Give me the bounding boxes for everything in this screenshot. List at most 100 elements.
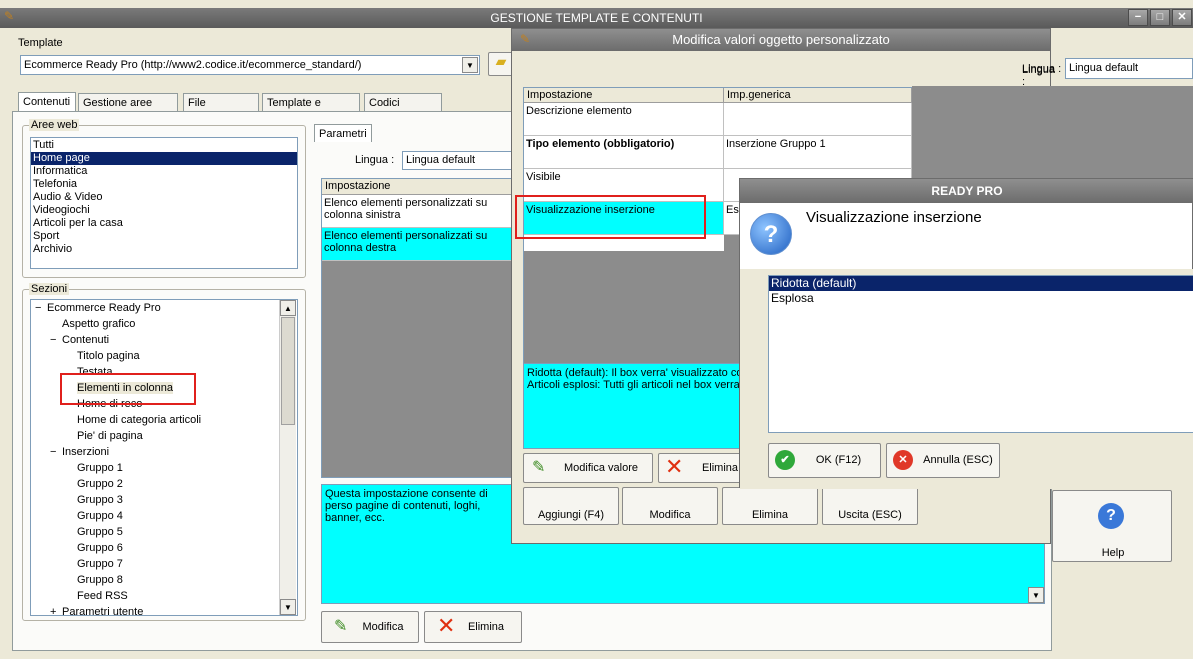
template-select[interactable]: Ecommerce Ready Pro (http://www2.codice.… (20, 55, 480, 75)
tree-node-label: Inserzioni (62, 446, 110, 458)
tree-node-label: Aspetto grafico (62, 318, 136, 330)
cancel-icon: ✕ (893, 450, 913, 470)
tree-node[interactable]: Gruppo 4 (35, 508, 297, 524)
edit-lingua-value: Lingua default (1069, 62, 1139, 74)
tree-expander-icon[interactable]: − (50, 332, 62, 348)
app-icon: ✎ (4, 9, 15, 23)
list-item[interactable]: Informatica (31, 165, 297, 178)
ready-pro-dialog: READY PRO ? Visualizzazione inserzione R… (739, 178, 1193, 489)
edit-elimina-button[interactable]: ✕ Elimina (658, 453, 752, 483)
tree-node[interactable]: − Contenuti (35, 332, 297, 348)
parametri-lingua-select[interactable]: Lingua default (402, 151, 514, 170)
tree-node[interactable]: Aspetto grafico (35, 316, 297, 332)
template-select-value: Ecommerce Ready Pro (http://www2.codice.… (24, 59, 362, 71)
modifica-button[interactable]: ✎ Modifica (321, 611, 419, 643)
aggiungi-button[interactable]: Aggiungi (F4) (523, 487, 619, 525)
tab-template-plugins[interactable]: Template e plugins (262, 93, 360, 127)
tab-codici-coupon[interactable]: Codici Coupon (364, 93, 442, 127)
tree-node[interactable]: Gruppo 6 (35, 540, 297, 556)
tree-scrollbar[interactable]: ▲ ▼ (279, 300, 296, 615)
edit-row-value[interactable]: Inserzione Gruppo 1 (724, 136, 912, 169)
tree-node-label: Feed RSS (77, 590, 128, 602)
ok-button[interactable]: ✔ OK (F12) (768, 443, 881, 478)
tree-node[interactable]: Feed RSS (35, 588, 297, 604)
edit-col-impostazione[interactable]: Impostazione (524, 88, 724, 103)
tree-node[interactable]: − Inserzioni (35, 444, 297, 460)
dialog-title-bar: READY PRO (740, 179, 1193, 203)
tab-parametri[interactable]: Parametri (314, 124, 372, 142)
edit-lingua-select[interactable]: Lingua default (1065, 58, 1193, 79)
tree-expander-icon[interactable]: + (50, 604, 62, 615)
tree-node[interactable]: Home di categoria articoli (35, 412, 297, 428)
main-tabs: Contenuti Gestione aree web File aggiunt… (18, 92, 518, 127)
uscita-button[interactable]: Uscita (ESC) (822, 487, 918, 525)
option-selected[interactable]: Ridotta (default) (769, 276, 1193, 291)
description-scroll-down-icon[interactable]: ▼ (1028, 587, 1044, 603)
tree-expander-icon[interactable]: − (35, 300, 47, 316)
dialog-heading: Visualizzazione inserzione (806, 209, 982, 226)
tab-gestione-aree-web[interactable]: Gestione aree web (78, 93, 178, 127)
edit-row-name[interactable]: Tipo elemento (obbligatorio) (524, 136, 724, 169)
tree-node[interactable]: − Ecommerce Ready Pro (35, 300, 297, 316)
modifica-main-button[interactable]: Modifica (622, 487, 718, 525)
scroll-thumb[interactable] (281, 317, 295, 425)
edit-row-value[interactable] (724, 103, 912, 136)
tree-node[interactable]: Gruppo 7 (35, 556, 297, 572)
tree-node-label: Gruppo 5 (77, 526, 123, 538)
edit-icon: ✎ (532, 459, 546, 476)
list-item-selected[interactable]: Home page (31, 152, 297, 165)
tab-contenuti[interactable]: Contenuti (18, 92, 76, 112)
option[interactable]: Esplosa (769, 291, 1193, 306)
list-item[interactable]: Sport (31, 230, 297, 243)
dialog-options-list[interactable]: Ridotta (default) Esplosa (768, 275, 1193, 433)
aree-web-list[interactable]: Tutti Home page Informatica Telefonia Au… (30, 137, 298, 269)
parametri-col-impostazione[interactable]: Impostazione (322, 179, 513, 195)
folder-icon: ▰ (495, 53, 507, 69)
tree-node[interactable]: Pie' di pagina (35, 428, 297, 444)
edit-title-bar: Modifica valori oggetto personalizzato (512, 29, 1050, 51)
annulla-button[interactable]: ✕ Annulla (ESC) (886, 443, 1000, 478)
minimize-button[interactable]: − (1128, 9, 1148, 26)
question-icon: ? (750, 213, 792, 255)
annotation-box-elementi (60, 373, 196, 405)
close-button[interactable]: ✕ (1172, 9, 1192, 26)
elimina-button[interactable]: ✕ Elimina (424, 611, 522, 643)
description-text: Questa impostazione consente di perso pa… (325, 488, 488, 524)
maximize-button[interactable]: □ (1150, 9, 1170, 26)
list-item[interactable]: Videogiochi (31, 204, 297, 217)
edit-lingua-text: Lingua : (1022, 63, 1062, 75)
table-row[interactable]: Elenco elementi personalizzati su colonn… (322, 195, 513, 228)
edit-row-name[interactable]: Descrizione elemento (524, 103, 724, 136)
tree-node[interactable]: Titolo pagina (35, 348, 297, 364)
tree-expander-icon[interactable]: − (50, 444, 62, 460)
help-button[interactable]: ? Help (1052, 490, 1172, 562)
sezioni-tree[interactable]: − Ecommerce Ready Pro Aspetto grafico − Cont… (30, 299, 298, 616)
list-item[interactable]: Articoli per la casa (31, 217, 297, 230)
tree-node[interactable]: Gruppo 8 (35, 572, 297, 588)
tree-node[interactable]: + Parametri utente (35, 604, 297, 615)
tree-node-label: Gruppo 8 (77, 574, 123, 586)
tree-node[interactable]: Gruppo 5 (35, 524, 297, 540)
scroll-down-icon[interactable]: ▼ (280, 599, 296, 615)
tree-node-label: Contenuti (62, 334, 110, 346)
tab-file-aggiuntivi[interactable]: File aggiuntivi (183, 93, 259, 127)
tree-node[interactable]: Gruppo 2 (35, 476, 297, 492)
chevron-down-icon[interactable]: ▼ (462, 57, 478, 73)
tree-node[interactable]: Gruppo 3 (35, 492, 297, 508)
sezioni-label: Sezioni (29, 283, 70, 295)
table-row-selected[interactable]: Elenco elementi personalizzati su colonn… (322, 228, 513, 261)
scroll-up-icon[interactable]: ▲ (280, 300, 296, 316)
list-item[interactable]: Telefonia (31, 178, 297, 191)
edit-col-generica[interactable]: Imp.generica (724, 88, 912, 103)
list-item[interactable]: Audio & Video (31, 191, 297, 204)
modifica-valore-button[interactable]: ✎ Modifica valore (523, 453, 653, 483)
list-item[interactable]: Archivio (31, 243, 297, 256)
parametri-grid[interactable]: Impostazione Elenco elementi personalizz… (321, 178, 514, 478)
tree-node-label: Gruppo 1 (77, 462, 123, 474)
help-label: Help (1101, 547, 1125, 559)
elimina-main-button[interactable]: Elimina (722, 487, 818, 525)
annotation-box-visualizzazione (515, 195, 706, 239)
list-item[interactable]: Tutti (31, 139, 297, 152)
parametri-lingua-value: Lingua default (406, 154, 476, 166)
tree-node[interactable]: Gruppo 1 (35, 460, 297, 476)
